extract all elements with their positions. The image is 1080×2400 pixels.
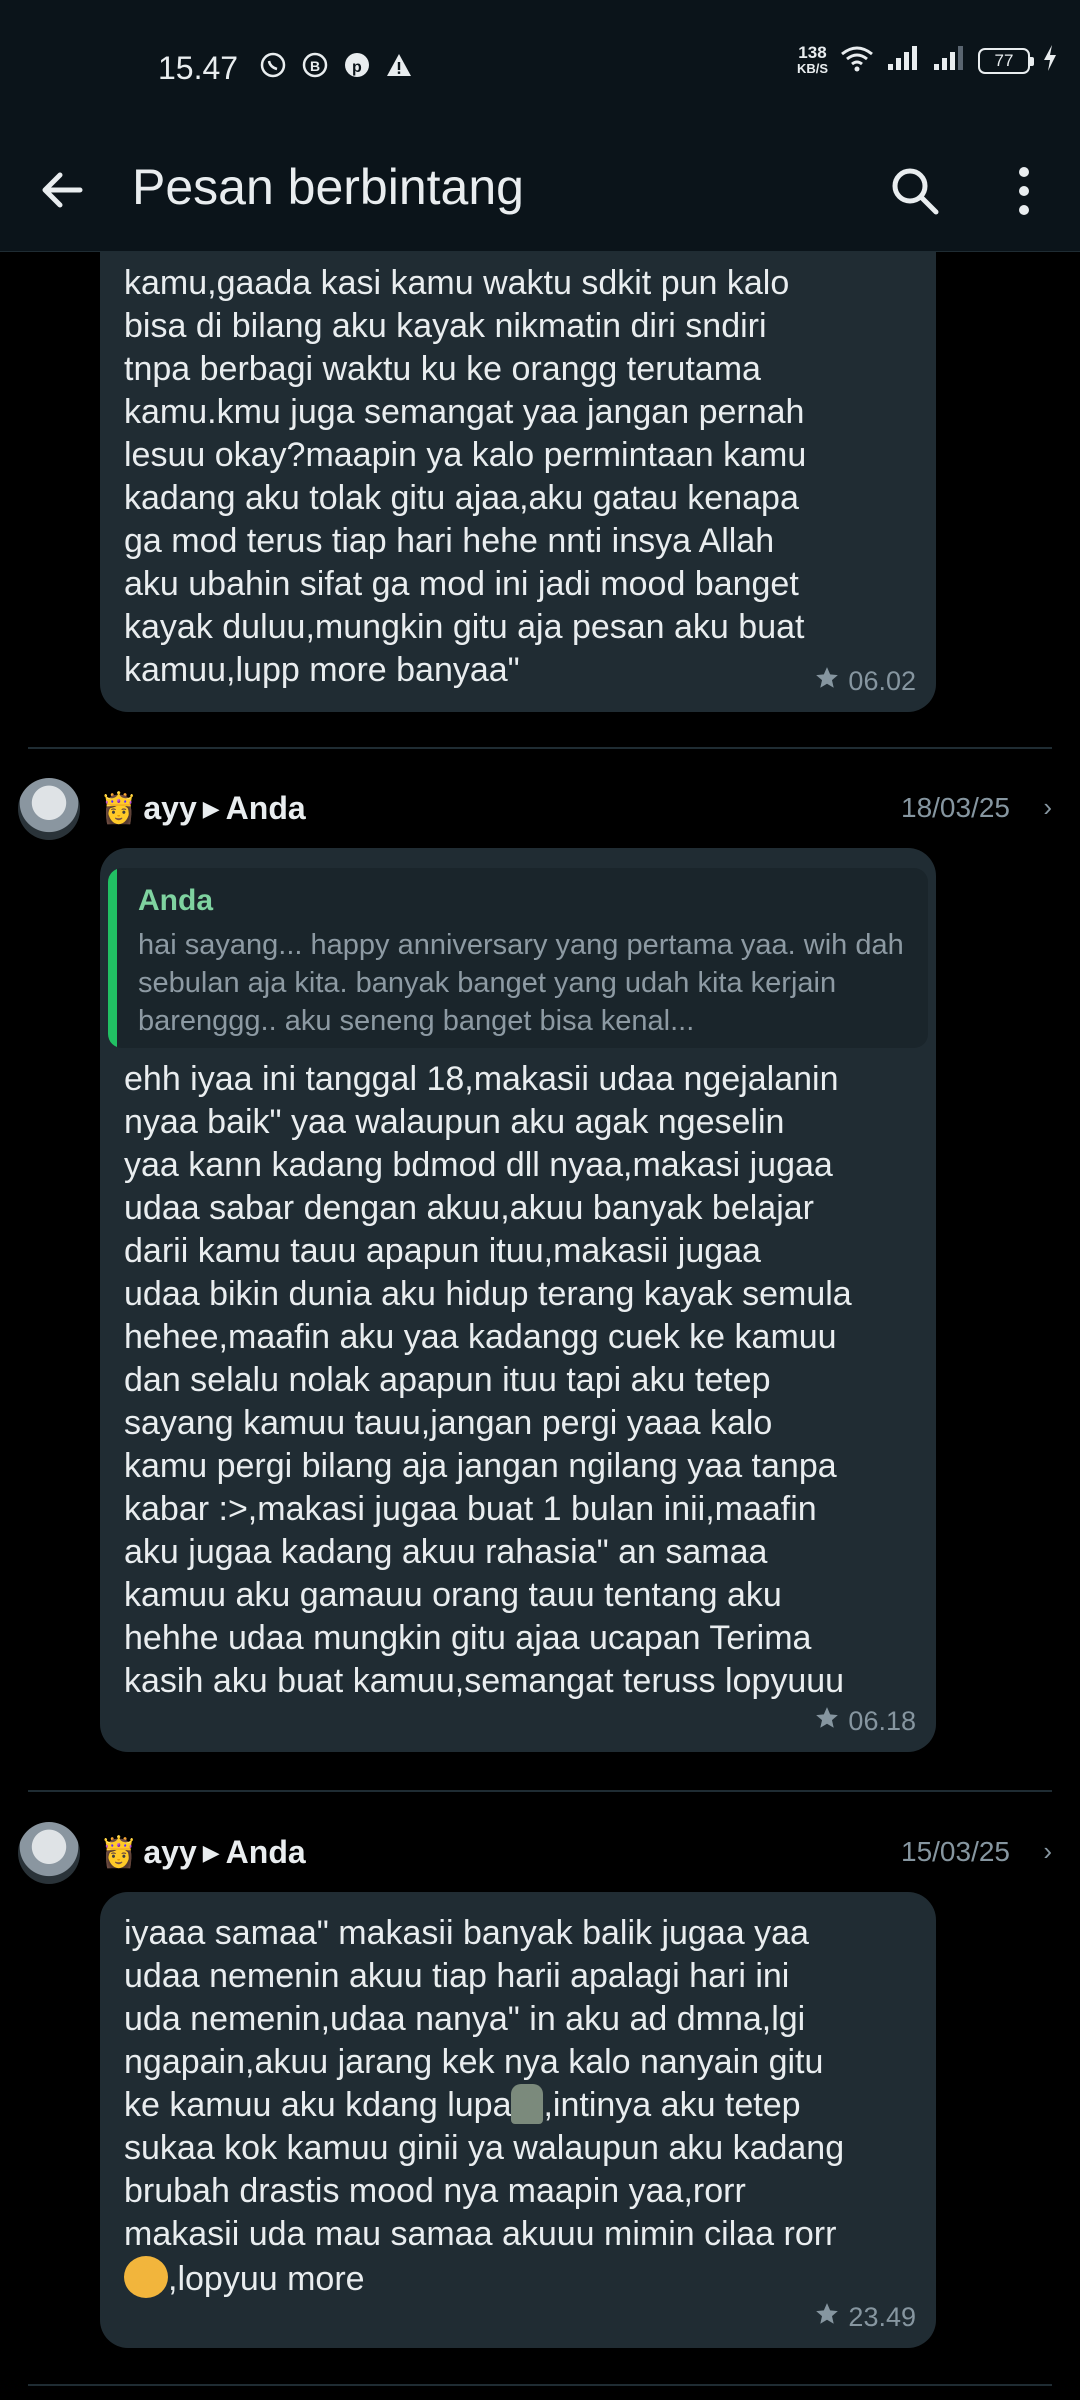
message-bubble[interactable]: Anda hai sayang... happy anniversary yan… xyxy=(100,848,936,1752)
app-bar: Pesan berbintang xyxy=(0,136,1080,252)
message-header[interactable]: 👸 ayy ▶ Anda 18/03/25 › xyxy=(0,778,1080,842)
crown-emoji-icon: 👸 xyxy=(100,792,138,825)
message-text: kamu,gaada kasi kamu waktu sdkit pun kal… xyxy=(124,264,807,689)
signal-icon xyxy=(886,44,920,77)
svg-text:B: B xyxy=(310,58,320,74)
divider xyxy=(28,2384,1052,2386)
recipient-name: Anda xyxy=(225,790,306,826)
message-date: 15/03/25 xyxy=(901,1836,1010,1867)
message-header[interactable]: 👸 ayy ▶ Anda 15/03/25 › xyxy=(0,1822,1080,1886)
more-options-icon[interactable] xyxy=(1000,162,1048,220)
arrow-right-icon: ▶ xyxy=(202,795,220,821)
message-meta: 23.49 xyxy=(814,2301,916,2334)
sender-line: 👸 ayy ▶ Anda xyxy=(100,1834,306,1871)
chevron-right-icon[interactable]: › xyxy=(1043,1836,1052,1867)
message-meta: 06.02 xyxy=(814,665,916,698)
net-speed-unit: KB/S xyxy=(796,60,828,76)
message-text: iyaaa samaa" makasii banyak balik jugaa … xyxy=(100,1892,936,2301)
status-time: 15.47 xyxy=(158,50,239,86)
message-time: 06.02 xyxy=(848,666,916,696)
signal-icon xyxy=(932,44,966,77)
wifi-icon xyxy=(840,44,874,77)
b-icon: B xyxy=(300,50,330,80)
sender-line: 👸 ayy ▶ Anda xyxy=(100,790,306,827)
divider xyxy=(28,747,1052,749)
quote-accent-bar xyxy=(108,868,117,1048)
quote-text: hai sayang... happy anniversary yang per… xyxy=(138,929,904,1037)
battery-icon: 77 xyxy=(978,47,1034,74)
network-speed: 138 KB/S xyxy=(796,42,828,77)
recipient-name: Anda xyxy=(225,1834,306,1870)
warning-icon xyxy=(384,50,414,80)
whatsapp-icon xyxy=(258,50,288,80)
charging-icon xyxy=(1042,44,1058,77)
message-date: 18/03/25 xyxy=(901,792,1010,823)
system-icons: 138 KB/S 77 xyxy=(797,44,1058,77)
quoted-message[interactable]: Anda hai sayang... happy anniversary yan… xyxy=(108,868,928,1048)
moai-emoji-icon xyxy=(511,2084,544,2124)
divider xyxy=(28,1790,1052,1792)
status-bar: 15.47 B p 138 KB/S 77 xyxy=(0,0,1080,136)
chevron-right-icon[interactable]: › xyxy=(1043,792,1052,823)
page-title: Pesan berbintang xyxy=(132,159,524,215)
svg-text:p: p xyxy=(352,59,362,76)
sender-name: ayy xyxy=(143,790,197,826)
avatar[interactable] xyxy=(18,1822,80,1884)
arrow-right-icon: ▶ xyxy=(202,1839,220,1865)
cat-emoji-icon xyxy=(124,2256,168,2298)
message-time: 23.49 xyxy=(848,2302,916,2332)
message-bubble[interactable]: iyaaa samaa" makasii banyak balik jugaa … xyxy=(100,1892,936,2348)
pinterest-icon: p xyxy=(342,50,372,80)
message-text-part: ,lopyuu more xyxy=(168,2260,365,2298)
message-bubble[interactable]: kamu,gaada kasi kamu waktu sdkit pun kal… xyxy=(100,252,936,712)
star-icon xyxy=(814,1705,840,1738)
battery-level: 77 xyxy=(994,50,1014,70)
starred-messages-list[interactable]: kamu,gaada kasi kamu waktu sdkit pun kal… xyxy=(0,252,1080,2400)
notification-icons: B p xyxy=(258,50,414,80)
message-time: 06.18 xyxy=(848,1706,916,1736)
search-icon[interactable] xyxy=(886,162,944,220)
star-icon xyxy=(814,2301,840,2334)
star-icon xyxy=(814,665,840,698)
message-meta: 06.18 xyxy=(814,1705,916,1738)
crown-emoji-icon: 👸 xyxy=(100,1836,138,1869)
net-speed-value: 138 xyxy=(798,42,827,62)
avatar[interactable] xyxy=(18,778,80,840)
quote-author: Anda xyxy=(138,884,213,917)
back-arrow-icon[interactable] xyxy=(34,162,90,218)
sender-name: ayy xyxy=(143,1834,197,1870)
